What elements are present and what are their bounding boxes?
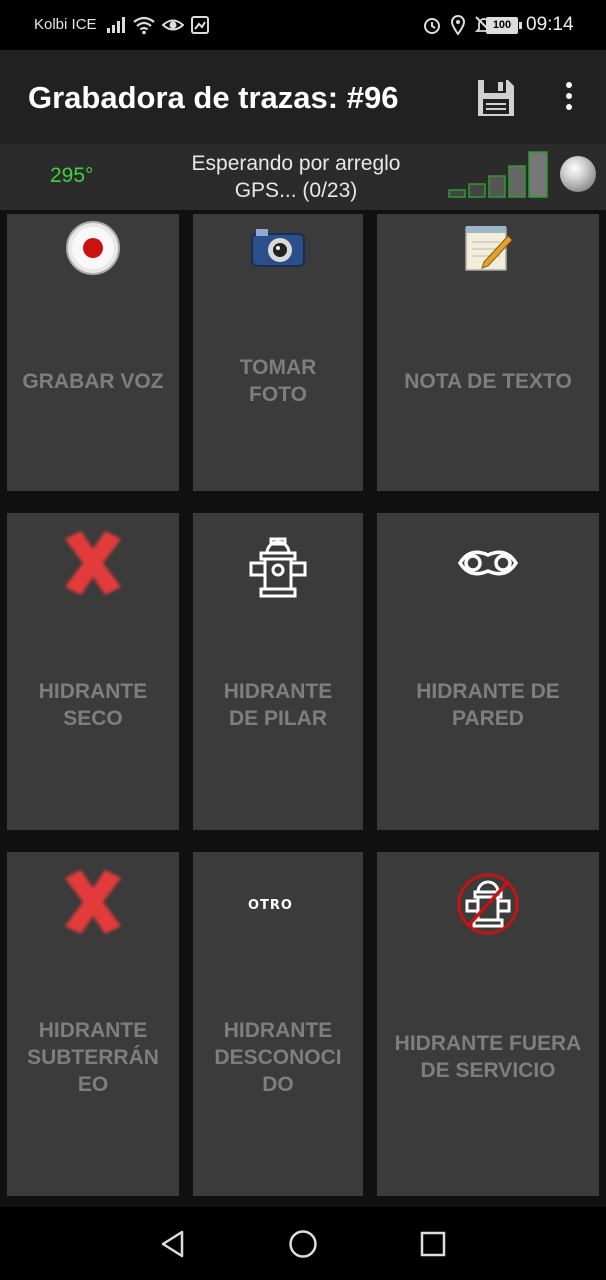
tile-label: HIDRANTE SUBTERRÁN EO xyxy=(13,1017,173,1098)
tile-hidrante-de-pared-button[interactable]: HIDRANTE DE PARED xyxy=(377,513,599,830)
hydrant-out-of-service-icon xyxy=(455,870,521,941)
tile-label-line: HIDRANTE xyxy=(223,680,333,703)
red-x-icon xyxy=(53,862,133,947)
gps-status-text: Esperando por arreglo GPS... (0/23) xyxy=(168,150,424,204)
app-bar: Grabadora de trazas: #96 xyxy=(0,50,606,144)
camera-icon xyxy=(250,226,306,273)
record-icon xyxy=(65,220,121,281)
tile-label-line: HIDRANTE FUERA xyxy=(394,1032,582,1055)
tile-label-line: FOTO xyxy=(249,383,307,406)
fire-hydrant-icon xyxy=(247,533,309,604)
notepad-icon xyxy=(462,222,514,279)
tile-hidrante-fuera-de-servicio-button[interactable]: HIDRANTE FUERA DE SERVICIO xyxy=(377,852,599,1196)
tile-label-line: EO xyxy=(77,1073,109,1096)
satellite-signal-icon xyxy=(448,151,548,198)
tile-label: TOMAR FOTO xyxy=(199,354,357,408)
tile-label-line: HIDRANTE xyxy=(38,680,148,703)
tile-label-line: DE PILAR xyxy=(228,707,327,730)
status-bar: Kolbi ICE 100 09:14 xyxy=(0,0,606,50)
tile-grabar-voz-button[interactable]: GRABAR VOZ xyxy=(7,214,179,491)
gps-status-line-2: GPS... (0/23) xyxy=(234,179,358,202)
wifi-icon xyxy=(133,16,155,35)
tile-label-line: NOTA DE TEXTO xyxy=(404,370,572,393)
tile-hidrante-seco-button[interactable]: HIDRANTE SECO xyxy=(7,513,179,830)
tile-label-line: DESCONOCI xyxy=(214,1046,342,1069)
navigation-bar xyxy=(0,1207,606,1280)
back-icon[interactable] xyxy=(158,1229,188,1259)
tile-label-line: TOMAR xyxy=(239,356,317,379)
tile-label-line: HIDRANTE xyxy=(38,1019,148,1042)
gps-fix-indicator-icon xyxy=(560,156,596,192)
tile-label: HIDRANTE FUERA DE SERVICIO xyxy=(383,1030,593,1084)
tile-label: HIDRANTE DE PARED xyxy=(383,678,593,732)
tile-label-line: HIDRANTE xyxy=(223,1019,333,1042)
eye-icon xyxy=(162,19,184,31)
carrier-name: Kolbi ICE xyxy=(34,16,97,33)
gps-status-bar: 295° Esperando por arreglo GPS... (0/23) xyxy=(0,144,606,210)
save-icon xyxy=(478,80,514,116)
wall-hydrant-icon xyxy=(456,543,520,588)
tile-hidrante-de-pilar-button[interactable]: HIDRANTE DE PILAR xyxy=(193,513,363,830)
tile-hidrante-desconocido-button[interactable]: OTRO HIDRANTE DESCONOCI DO xyxy=(193,852,363,1196)
tile-label-line: SUBTERRÁN xyxy=(27,1046,159,1069)
clock: 09:14 xyxy=(526,14,574,35)
otro-label: OTRO xyxy=(248,898,293,913)
battery-indicator: 100 xyxy=(486,17,522,34)
otro-text-icon: OTRO xyxy=(248,898,293,913)
tile-label-line: HIDRANTE DE xyxy=(416,680,560,703)
tile-label: HIDRANTE SECO xyxy=(13,678,173,732)
tile-label: NOTA DE TEXTO xyxy=(383,368,593,395)
tile-label-line: PARED xyxy=(452,707,524,730)
save-button[interactable] xyxy=(474,76,522,120)
screenshot-icon xyxy=(191,16,209,34)
alarm-icon xyxy=(424,18,440,34)
home-icon[interactable] xyxy=(288,1229,318,1259)
gps-status-line-1: Esperando por arreglo xyxy=(191,152,401,175)
tile-nota-de-texto-button[interactable]: NOTA DE TEXTO xyxy=(377,214,599,491)
tile-label-line: SECO xyxy=(63,707,123,730)
tile-label: HIDRANTE DESCONOCI DO xyxy=(199,1017,357,1098)
page-title: Grabadora de trazas: #96 xyxy=(28,80,399,115)
signal-bars-icon xyxy=(107,17,125,33)
tile-hidrante-subterraneo-button[interactable]: HIDRANTE SUBTERRÁN EO xyxy=(7,852,179,1196)
red-x-icon xyxy=(53,523,133,608)
tile-label-line: DO xyxy=(262,1073,294,1096)
heading-readout: 295° xyxy=(50,164,94,187)
tile-label-line: GRABAR VOZ xyxy=(22,370,164,393)
tile-label: GRABAR VOZ xyxy=(13,368,173,395)
tile-label: HIDRANTE DE PILAR xyxy=(199,678,357,732)
overflow-menu-button[interactable] xyxy=(558,82,580,116)
tile-label-line: DE SERVICIO xyxy=(420,1059,556,1082)
recents-icon[interactable] xyxy=(418,1229,448,1259)
tile-tomar-foto-button[interactable]: TOMAR FOTO xyxy=(193,214,363,491)
location-icon xyxy=(450,15,466,35)
